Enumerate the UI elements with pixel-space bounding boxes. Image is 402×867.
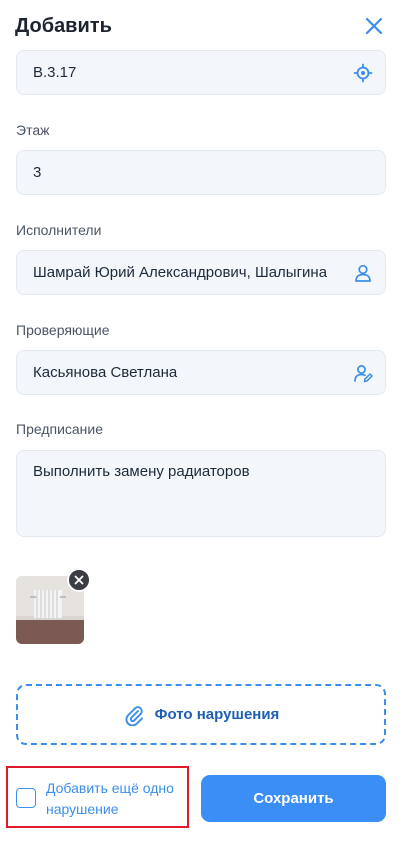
page-title: Добавить	[15, 15, 112, 37]
executors-value: Шамрай Юрий Александрович, Шалыгина	[33, 264, 328, 281]
add-photo-label: Фото нарушения	[154, 706, 280, 723]
floor-label: Этаж	[16, 122, 50, 138]
save-button[interactable]: Сохранить	[201, 775, 386, 822]
add-another-checkbox[interactable]	[16, 788, 36, 808]
crosshair-icon[interactable]	[353, 63, 373, 83]
location-field[interactable]: В.3.17	[16, 50, 386, 95]
location-value: В.3.17	[33, 64, 77, 81]
prescription-label: Предписание	[16, 421, 104, 437]
reviewers-field[interactable]: Касьянова Светлана	[16, 350, 386, 395]
close-icon	[74, 575, 84, 585]
person-edit-icon[interactable]	[353, 363, 373, 383]
prescription-field[interactable]: Выполнить замену радиаторов	[16, 450, 386, 537]
executors-field[interactable]: Шамрай Юрий Александрович, Шалыгина	[16, 250, 386, 295]
prescription-value: Выполнить замену радиаторов	[33, 463, 250, 480]
add-photo-button[interactable]: Фото нарушения	[16, 684, 386, 745]
close-icon[interactable]	[364, 16, 384, 36]
person-icon[interactable]	[353, 263, 373, 283]
floor-field[interactable]: 3	[16, 150, 386, 195]
add-another-label[interactable]: Добавить ещё одно нарушение	[46, 778, 186, 820]
remove-photo-button[interactable]	[67, 568, 91, 592]
floor-value: 3	[33, 164, 42, 181]
reviewers-label: Проверяющие	[16, 322, 110, 338]
executors-label: Исполнители	[16, 222, 102, 238]
paperclip-icon	[125, 705, 143, 726]
reviewers-value: Касьянова Светлана	[33, 364, 178, 381]
